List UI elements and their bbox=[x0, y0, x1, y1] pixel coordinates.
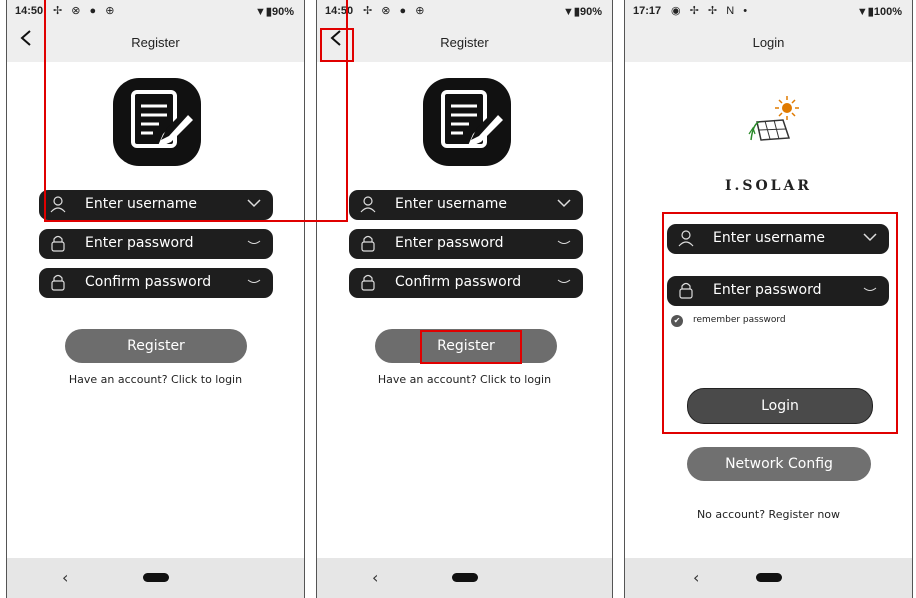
chevron-down-icon[interactable] bbox=[247, 197, 261, 211]
password-field[interactable]: Enter password bbox=[39, 229, 273, 259]
remember-checkbox[interactable]: ✔ bbox=[671, 315, 683, 327]
eye-closed-icon[interactable] bbox=[247, 236, 261, 250]
lock-icon bbox=[51, 235, 65, 252]
app-bar: Login bbox=[625, 22, 912, 62]
status-icons: ✢ ⊗ ● ⊕ bbox=[53, 5, 118, 17]
password-placeholder: Enter password bbox=[395, 235, 504, 251]
brand-name: I.SOLAR bbox=[724, 178, 813, 194]
eye-closed-icon[interactable] bbox=[863, 283, 877, 297]
pencil-document-icon bbox=[441, 90, 503, 148]
app-bar: Register bbox=[317, 22, 612, 62]
register-document-icon bbox=[113, 78, 201, 166]
battery-indicator: ▼▮90% bbox=[563, 6, 602, 18]
confirm-password-field[interactable]: Confirm password bbox=[349, 268, 583, 298]
username-placeholder: Enter username bbox=[85, 196, 198, 212]
login-link[interactable]: Have an account? Click to login bbox=[317, 373, 612, 386]
status-time: 14:50 bbox=[15, 5, 44, 17]
login-button[interactable]: Login bbox=[687, 388, 873, 424]
home-pill[interactable] bbox=[451, 573, 478, 582]
confirm-password-placeholder: Confirm password bbox=[85, 274, 212, 290]
register-document-icon bbox=[423, 78, 511, 166]
status-bar: 17:17 ◉ ✢ ✢ N • ▼▮100% bbox=[625, 0, 912, 22]
lock-icon bbox=[361, 235, 375, 252]
network-config-button[interactable]: Network Config bbox=[687, 447, 871, 481]
status-icons: ✢ ⊗ ● ⊕ bbox=[363, 5, 428, 17]
username-placeholder: Enter username bbox=[713, 230, 826, 246]
username-placeholder: Enter username bbox=[395, 196, 508, 212]
page-title: Login bbox=[752, 35, 785, 50]
app-bar: Register bbox=[7, 22, 304, 62]
register-button[interactable]: Register bbox=[375, 329, 557, 363]
chevron-down-icon[interactable] bbox=[557, 197, 571, 211]
chevron-down-icon[interactable] bbox=[863, 231, 877, 245]
user-icon bbox=[678, 230, 694, 247]
register-button[interactable]: Register bbox=[65, 329, 247, 363]
home-pill[interactable] bbox=[142, 573, 169, 582]
lock-icon bbox=[679, 282, 693, 299]
page-title: Register bbox=[131, 35, 180, 50]
battery-indicator: ▼▮90% bbox=[255, 6, 294, 18]
username-field[interactable]: Enter username bbox=[349, 190, 583, 220]
nav-back-button[interactable]: ‹ bbox=[693, 568, 699, 587]
solar-panel-logo-icon bbox=[748, 96, 799, 141]
password-placeholder: Enter password bbox=[85, 235, 194, 251]
user-icon bbox=[360, 196, 376, 213]
eye-closed-icon[interactable] bbox=[247, 275, 261, 289]
lock-icon bbox=[51, 274, 65, 291]
login-screen: 17:17 ◉ ✢ ✢ N • ▼▮100% Login I.SOLAR Ent… bbox=[624, 0, 913, 598]
password-field[interactable]: Enter password bbox=[349, 229, 583, 259]
login-link[interactable]: Have an account? Click to login bbox=[7, 373, 304, 386]
confirm-password-placeholder: Confirm password bbox=[395, 274, 522, 290]
nav-back-button[interactable]: ‹ bbox=[62, 568, 68, 587]
eye-closed-icon[interactable] bbox=[557, 275, 571, 289]
battery-indicator: ▼▮100% bbox=[856, 6, 902, 18]
register-link[interactable]: No account? Register now bbox=[625, 508, 912, 521]
page-title: Register bbox=[440, 35, 489, 50]
register-screen-1: 14:50 ✢ ⊗ ● ⊕ ▼▮90% Register Enter usern… bbox=[6, 0, 305, 598]
confirm-password-field[interactable]: Confirm password bbox=[39, 268, 273, 298]
status-time: 14:50 bbox=[325, 5, 354, 17]
remember-password-label: remember password bbox=[693, 315, 786, 325]
register-screen-2: 14:50 ✢ ⊗ ● ⊕ ▼▮90% Register Enter usern… bbox=[316, 0, 613, 598]
system-nav-bar: ‹ bbox=[625, 558, 912, 598]
home-pill[interactable] bbox=[755, 573, 782, 582]
status-time: 17:17 bbox=[633, 5, 662, 17]
password-placeholder: Enter password bbox=[713, 282, 822, 298]
status-bar: 14:50 ✢ ⊗ ● ⊕ ▼▮90% bbox=[317, 0, 612, 22]
system-nav-bar: ‹ bbox=[7, 558, 304, 598]
lock-icon bbox=[361, 274, 375, 291]
password-field[interactable]: Enter password bbox=[667, 276, 889, 306]
username-field[interactable]: Enter username bbox=[39, 190, 273, 220]
nav-back-button[interactable]: ‹ bbox=[372, 568, 378, 587]
pencil-document-icon bbox=[131, 90, 193, 148]
system-nav-bar: ‹ bbox=[317, 558, 612, 598]
status-bar: 14:50 ✢ ⊗ ● ⊕ ▼▮90% bbox=[7, 0, 304, 22]
username-field[interactable]: Enter username bbox=[667, 224, 889, 254]
user-icon bbox=[50, 196, 66, 213]
status-icons: ◉ ✢ ✢ N • bbox=[671, 5, 751, 17]
eye-closed-icon[interactable] bbox=[557, 236, 571, 250]
